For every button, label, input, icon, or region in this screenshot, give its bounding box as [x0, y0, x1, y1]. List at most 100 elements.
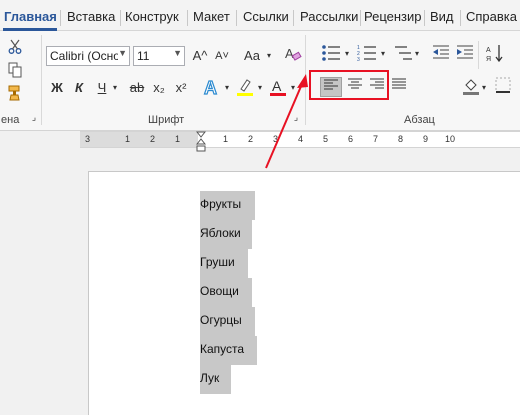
ruler-number: 1 — [223, 134, 229, 144]
highlight-color-icon[interactable] — [235, 77, 255, 103]
tab-mailings[interactable]: Рассылки — [300, 9, 358, 24]
borders-icon[interactable] — [492, 77, 514, 99]
superscript-button[interactable]: x² — [172, 78, 190, 98]
chevron-down-icon: ▼ — [173, 48, 182, 58]
bold-button[interactable]: Ж — [48, 78, 66, 98]
list-item[interactable]: Капуста — [200, 336, 257, 365]
list-buttons-highlight-box — [309, 70, 389, 100]
shading-icon[interactable] — [460, 77, 482, 101]
strikethrough-button[interactable]: ab — [127, 78, 147, 98]
tab-separator — [293, 10, 294, 26]
svg-text:A: A — [204, 78, 217, 97]
numbering-icon[interactable]: 123 — [355, 44, 379, 68]
tab-design[interactable]: Конструк — [125, 9, 179, 24]
ruler-number: 5 — [323, 134, 329, 144]
list-item[interactable]: Огурцы — [200, 307, 255, 336]
list-item-text: Овощи — [200, 284, 239, 298]
group-separator — [41, 35, 42, 125]
list-item[interactable]: Фрукты — [200, 191, 255, 220]
tab-insert[interactable]: Вставка — [67, 9, 115, 24]
tab-separator — [60, 10, 61, 26]
chevron-down-icon[interactable]: ▾ — [222, 78, 232, 98]
font-size-combobox[interactable]: 11 ▼ — [133, 46, 185, 66]
tab-view[interactable]: Вид — [430, 9, 454, 24]
ribbon-tab-bar: Главная Вставка Конструк Макет Ссылки Ра… — [0, 0, 520, 31]
font-group-label: Шрифт — [148, 114, 185, 126]
chevron-down-icon[interactable]: ▾ — [264, 46, 274, 66]
clipboard-dialog-launcher-icon[interactable]: ⌟ — [28, 111, 40, 123]
ruler-number: 8 — [398, 134, 404, 144]
change-case-button[interactable]: Aa — [240, 46, 264, 66]
tab-home[interactable]: Главная — [4, 9, 57, 24]
font-dialog-launcher-icon[interactable]: ⌟ — [290, 111, 302, 123]
grow-font-button[interactable]: A^ — [190, 46, 210, 66]
justify-icon[interactable] — [388, 77, 410, 97]
chevron-down-icon[interactable]: ▾ — [413, 44, 421, 64]
horizontal-ruler[interactable]: 3 1 2 1 1 2 3 4 5 6 7 8 9 10 — [80, 131, 520, 148]
indent-marker-icon[interactable] — [195, 131, 207, 153]
list-item-text: Груши — [200, 255, 235, 269]
chevron-down-icon[interactable]: ▾ — [110, 78, 120, 98]
format-painter-icon[interactable] — [5, 85, 25, 107]
tab-separator — [424, 10, 425, 26]
decrease-indent-icon[interactable] — [430, 44, 452, 66]
list-item-text: Фрукты — [200, 197, 242, 211]
font-color-icon[interactable]: A — [268, 77, 288, 103]
copy-icon[interactable] — [5, 62, 25, 84]
paragraph-group-label: Абзац — [404, 114, 435, 126]
ruler-number: 9 — [423, 134, 429, 144]
font-size-value: 11 — [137, 49, 150, 63]
svg-text:Я: Я — [486, 56, 491, 62]
underline-button[interactable]: Ч — [94, 78, 110, 98]
sort-icon[interactable]: АЯ — [484, 44, 506, 68]
list-item[interactable]: Яблоки — [200, 220, 252, 249]
ruler-number: 4 — [298, 134, 304, 144]
ruler-number: 2 — [150, 134, 156, 144]
chevron-down-icon[interactable]: ▾ — [480, 78, 488, 98]
tab-references[interactable]: Ссылки — [243, 9, 289, 24]
document-page[interactable]: Фрукты Яблоки Груши Овощи Огурцы Капуста… — [88, 171, 520, 415]
shrink-font-button[interactable]: A˅ — [212, 46, 232, 66]
increase-indent-icon[interactable] — [454, 44, 476, 66]
chevron-down-icon[interactable]: ▾ — [255, 78, 265, 98]
ribbon: ена ⌟ Calibri (Осно ▼ 11 ▼ A^ A˅ Aa ▾ A … — [0, 31, 520, 131]
svg-text:A: A — [285, 46, 294, 61]
tab-separator — [460, 10, 461, 26]
multilevel-list-icon[interactable] — [391, 44, 415, 68]
ruler-number: 10 — [445, 134, 456, 144]
text-effects-icon[interactable]: A — [200, 77, 222, 103]
list-item-text: Лук — [200, 371, 220, 385]
tab-review[interactable]: Рецензир — [364, 9, 422, 24]
tab-layout[interactable]: Макет — [193, 9, 230, 24]
list-item-text: Огурцы — [200, 313, 242, 327]
subscript-button[interactable]: x₂ — [150, 78, 168, 98]
italic-button[interactable]: К — [70, 78, 88, 98]
group-separator — [478, 41, 479, 69]
svg-text:3: 3 — [357, 57, 360, 62]
list-item[interactable]: Овощи — [200, 278, 252, 307]
list-item-text: Яблоки — [200, 226, 241, 240]
cut-icon[interactable] — [5, 39, 25, 61]
clear-formatting-icon[interactable]: A — [282, 45, 304, 69]
ruler-number: 3 — [85, 134, 91, 144]
tab-help[interactable]: Справка — [466, 9, 517, 24]
ruler-number: 7 — [373, 134, 379, 144]
list-item-text: Капуста — [200, 342, 245, 356]
list-item[interactable]: Груши — [200, 249, 248, 278]
list-item[interactable]: Лук — [200, 365, 231, 394]
tab-separator — [120, 10, 121, 26]
ruler-number: 3 — [273, 134, 279, 144]
tab-separator — [187, 10, 188, 26]
ruler-number: 1 — [125, 134, 131, 144]
svg-text:A: A — [272, 78, 282, 94]
ruler-number: 6 — [348, 134, 354, 144]
bullets-icon[interactable] — [319, 44, 343, 68]
ruler-margin-area — [80, 132, 198, 147]
chevron-down-icon[interactable]: ▾ — [379, 44, 387, 64]
tab-separator — [360, 10, 361, 26]
chevron-down-icon[interactable]: ▾ — [288, 78, 298, 98]
group-separator — [305, 35, 306, 125]
chevron-down-icon[interactable]: ▾ — [343, 44, 351, 64]
font-name-combobox[interactable]: Calibri (Осно ▼ — [46, 46, 130, 66]
chevron-down-icon: ▼ — [118, 48, 127, 58]
